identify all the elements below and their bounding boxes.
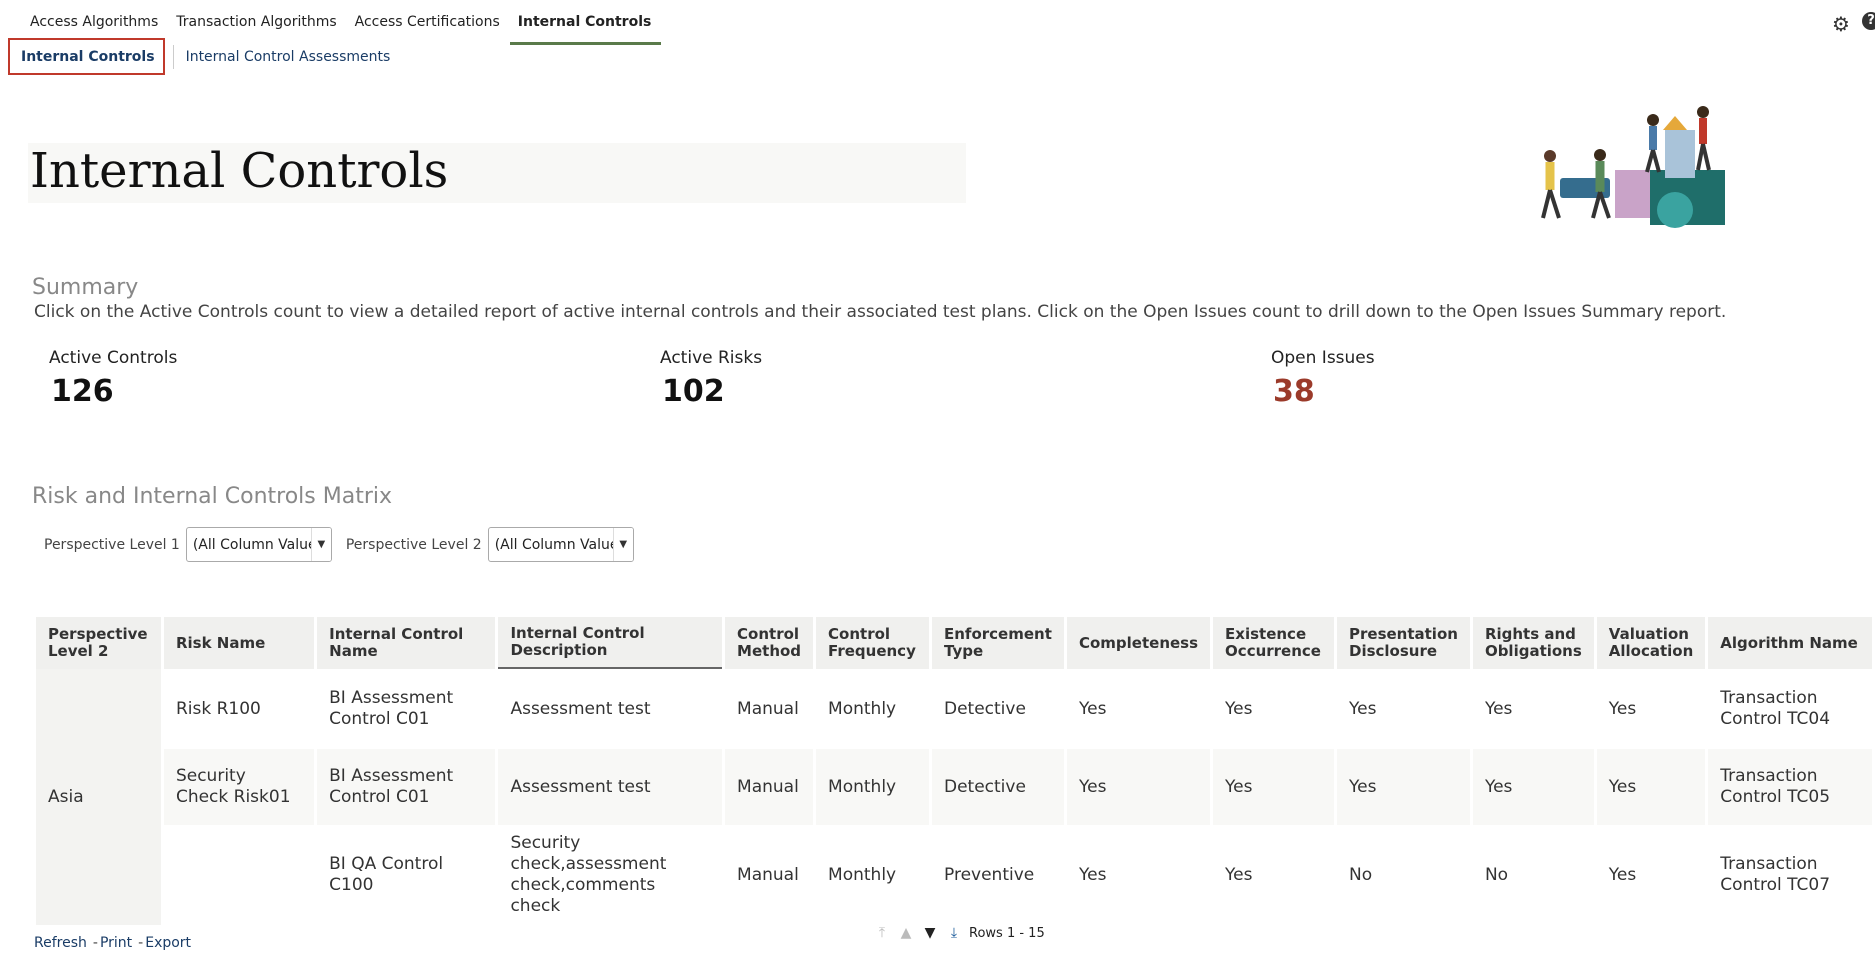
table-cell: Transaction Control TC07 [1708,825,1872,925]
pagination: ⤒ ▲ ▼ ⤓ Rows 1 - 15 [873,924,1045,942]
metric-active-risks: Active Risks 102 [660,348,762,409]
table-cell: Monthly [816,825,929,925]
table-cell: Yes [1337,669,1470,749]
metric-open-issues: Open Issues 38 [1271,348,1375,409]
table-cell: BI Assessment Control C01 [317,669,496,749]
report-links: Refresh - Print - Export [34,935,191,951]
table-cell: Yes [1337,749,1470,825]
summary-description: Click on the Active Controls count to vi… [34,302,1727,322]
metric-label: Open Issues [1271,348,1375,368]
filter2-value: (All Column Values) [494,536,632,553]
table-cell: Yes [1066,825,1211,925]
table-cell: Yes [1066,749,1211,825]
chevron-down-icon: ▼ [612,528,633,561]
column-header[interactable]: Existence Occurrence [1213,617,1334,669]
table-cell: Manual [725,825,814,925]
table-cell: Preventive [932,825,1064,925]
table-cell: Detective [932,669,1064,749]
table-cell: No [1472,825,1594,925]
rows-range: Rows 1 - 15 [969,925,1045,941]
print-link[interactable]: Print [100,935,132,951]
show-all-rows-icon[interactable]: ⤓ [945,924,963,942]
subtab-internal-control-assessments[interactable]: Internal Control Assessments [186,49,391,65]
link-separator: - [92,935,98,951]
column-header[interactable]: Rights and Obligations [1472,617,1594,669]
page-title: Internal Controls [30,143,449,199]
table-cell: Yes [1596,749,1706,825]
active-controls-count[interactable]: 126 [51,374,177,409]
metric-label: Active Controls [49,348,178,368]
table-cell: Manual [725,749,814,825]
column-header[interactable]: Internal Control Name [317,617,496,669]
table-cell: Yes [1213,669,1334,749]
table-cell: Yes [1596,825,1706,925]
table-cell: Security Check Risk01 [163,749,315,825]
table-cell: BI QA Control C100 [317,825,496,925]
column-header[interactable]: Control Frequency [816,617,929,669]
table-cell: BI Assessment Control C01 [317,749,496,825]
table-cell: Transaction Control TC05 [1708,749,1872,825]
metric-label: Active Risks [660,348,763,368]
table-cell: Yes [1213,825,1334,925]
table-cell: Yes [1596,669,1706,749]
column-header[interactable]: Algorithm Name [1708,617,1872,669]
filter1-value: (All Column Values) [192,536,330,553]
table-row: Asia Risk R100 BI Assessment Control C01… [36,669,1872,925]
column-header[interactable]: Control Method [725,617,814,669]
active-risks-count: 102 [662,374,725,409]
table-cell: Monthly [816,749,929,825]
column-header[interactable]: Completeness [1066,617,1211,669]
table-cell: Monthly [816,669,929,749]
previous-page-icon[interactable]: ▲ [897,924,915,942]
table-cell: Yes [1472,669,1594,749]
refresh-link[interactable]: Refresh [34,935,87,951]
filter2-label: Perspective Level 2 [345,536,482,553]
sub-navigation: Internal Controls Internal Control Asses… [8,38,390,75]
table-cell: Transaction Control TC04 [1708,669,1872,749]
table-row: BI QA Control C100 Security check,assess… [36,825,1872,925]
table-cell: Yes [1472,749,1594,825]
table-cell: Detective [932,749,1064,825]
subtab-internal-controls[interactable]: Internal Controls [8,38,165,75]
table-cell: Manual [725,669,814,749]
perspective-level-2-select[interactable]: (All Column Values) ▼ [487,527,634,562]
table-cell [163,825,315,925]
metric-active-controls: Active Controls 126 [49,348,177,409]
risk-controls-table: Perspective Level 2 Risk Name Internal C… [33,617,1875,925]
perspective-group-cell: Asia [36,669,161,925]
table-cell: Yes [1213,749,1334,825]
table-cell: No [1337,825,1470,925]
link-separator: - [138,935,144,951]
export-link[interactable]: Export [145,935,191,951]
gear-icon[interactable]: ⚙ [1832,12,1850,36]
table-header-row: Perspective Level 2 Risk Name Internal C… [36,617,1872,669]
filter1-label: Perspective Level 1 [44,536,180,553]
column-header[interactable]: Perspective Level 2 [36,617,161,669]
column-header[interactable]: Presentation Disclosure [1337,617,1470,669]
table-cell: Yes [1066,669,1211,749]
chevron-down-icon: ▼ [310,528,331,561]
column-header[interactable]: Enforcement Type [932,617,1064,669]
help-icon[interactable]: ? [1862,12,1875,30]
matrix-heading: Risk and Internal Controls Matrix [32,484,393,509]
column-header[interactable]: Valuation Allocation [1596,617,1706,669]
open-issues-count[interactable]: 38 [1273,374,1375,409]
table-cell: Risk R100 [163,669,315,749]
next-page-icon[interactable]: ▼ [921,924,939,942]
team-illustration [1541,106,1725,228]
subnav-divider [172,44,174,69]
column-header[interactable]: Internal Control Description [498,617,723,669]
perspective-level-1-select[interactable]: (All Column Values) ▼ [185,527,332,562]
summary-heading: Summary [32,275,139,300]
filter-bar: Perspective Level 1 (All Column Values) … [44,527,648,562]
table-row: Security Check Risk01 BI Assessment Cont… [36,749,1872,825]
first-page-icon[interactable]: ⤒ [873,924,891,942]
table-cell: Security check,assessment check,comments… [498,825,723,925]
column-header[interactable]: Risk Name [163,617,315,669]
tab-internal-controls[interactable]: Internal Controls [509,12,662,45]
table-cell: Assessment test [498,749,723,825]
table-cell: Assessment test [498,669,723,749]
